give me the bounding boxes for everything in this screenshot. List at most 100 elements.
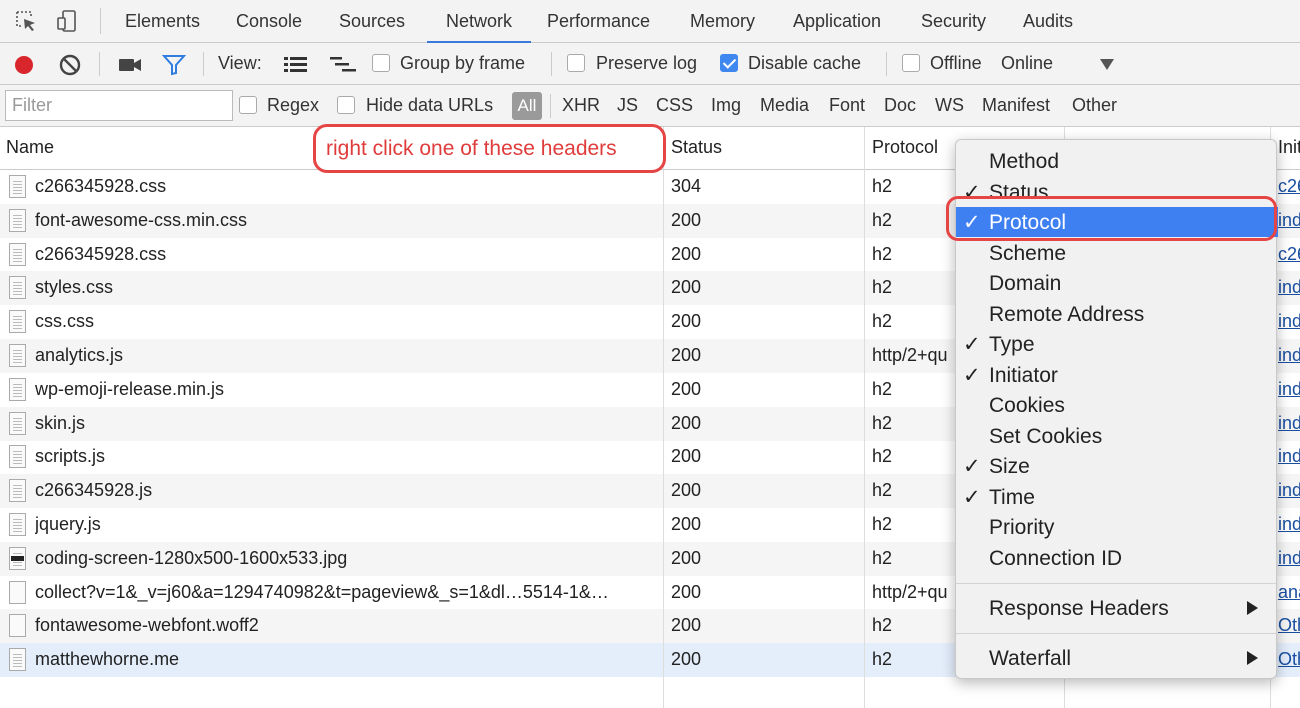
menu-item-size[interactable]: ✓ Size: [956, 451, 1278, 481]
column-divider: [663, 127, 664, 708]
cell-initiator-link[interactable]: ind: [1278, 311, 1300, 332]
cell-initiator-link[interactable]: Oth: [1278, 615, 1300, 636]
cell-initiator-link[interactable]: ind: [1278, 514, 1300, 535]
menu-item-scheme[interactable]: Scheme: [956, 238, 1278, 268]
inspect-element-icon[interactable]: [14, 9, 38, 33]
filter-icon[interactable]: [162, 54, 186, 76]
filter-type-font[interactable]: Font: [829, 95, 865, 116]
cell-protocol: h2: [872, 514, 893, 534]
menu-item-label: Type: [989, 333, 1035, 356]
overview-icon[interactable]: [329, 55, 357, 75]
filter-type-css[interactable]: CSS: [656, 95, 693, 116]
menu-item-type[interactable]: ✓ Type: [956, 329, 1278, 359]
filter-type-manifest[interactable]: Manifest: [982, 95, 1050, 116]
menu-item-label: Remote Address: [989, 302, 1145, 326]
menu-item-time[interactable]: ✓ Time: [956, 482, 1278, 512]
cell-status: 200: [671, 547, 702, 568]
cell-initiator-link[interactable]: c26: [1278, 244, 1300, 265]
cell-initiator-link[interactable]: ind: [1278, 277, 1300, 298]
cell-initiator-link[interactable]: ind: [1278, 446, 1300, 467]
hide-data-urls-label: Hide data URLs: [366, 95, 494, 115]
cell-name: c266345928.css: [35, 243, 167, 264]
tab-network[interactable]: Network: [427, 0, 531, 43]
group-by-frame-checkbox[interactable]: [372, 54, 390, 72]
tab-memory[interactable]: Memory: [690, 0, 755, 43]
document-file-icon: [9, 208, 26, 232]
filter-type-js[interactable]: JS: [617, 95, 638, 116]
column-header-status[interactable]: Status: [671, 137, 722, 158]
cell-protocol: http/2+qu: [872, 581, 948, 602]
filter-type-ws[interactable]: WS: [935, 95, 964, 116]
filter-type-all[interactable]: All: [512, 92, 542, 120]
menu-item-remote-address[interactable]: Remote Address: [956, 299, 1278, 329]
cell-initiator-link[interactable]: ind: [1278, 345, 1300, 366]
menu-item-cookies[interactable]: Cookies: [956, 390, 1278, 420]
cell-name: coding-screen-1280x500-1600x533.jpg: [35, 547, 348, 568]
cell-status: 200: [671, 412, 702, 433]
cell-status: 200: [671, 649, 702, 670]
cell-initiator-link[interactable]: ind: [1278, 548, 1300, 569]
filter-type-xhr[interactable]: XHR: [562, 95, 600, 116]
filter-type-other[interactable]: Other: [1072, 95, 1117, 116]
menu-item-set-cookies[interactable]: Set Cookies: [956, 421, 1278, 451]
throttling-dropdown-arrow-icon[interactable]: [1100, 59, 1114, 70]
tab-application[interactable]: Application: [793, 0, 881, 43]
preserve-log-checkbox[interactable]: [567, 54, 585, 72]
cell-status: 200: [671, 480, 702, 501]
record-icon[interactable]: [12, 53, 36, 77]
regex-checkbox[interactable]: [239, 96, 257, 114]
menu-item-connection-id[interactable]: Connection ID: [956, 543, 1278, 573]
cell-initiator-link[interactable]: ind: [1278, 210, 1300, 231]
menu-item-initiator[interactable]: ✓ Initiator: [956, 360, 1278, 390]
image-file-icon: [9, 546, 26, 570]
document-file-icon: [9, 175, 26, 198]
menu-item-domain[interactable]: Domain: [956, 268, 1278, 298]
tab-elements[interactable]: Elements: [125, 0, 200, 43]
clear-icon[interactable]: [58, 53, 82, 77]
cell-status: 200: [671, 209, 702, 230]
column-header-initiator[interactable]: Initi: [1278, 137, 1300, 158]
tab-performance[interactable]: Performance: [547, 0, 650, 43]
cell-name: wp-emoji-release.min.js: [35, 378, 225, 399]
column-header-protocol[interactable]: Protocol: [872, 137, 938, 158]
tab-console[interactable]: Console: [236, 0, 302, 43]
screenshot-capture-icon[interactable]: [117, 54, 143, 76]
filter-input[interactable]: [5, 90, 233, 121]
cell-initiator-link[interactable]: ind: [1278, 379, 1300, 400]
hide-data-urls-checkbox[interactable]: [337, 96, 355, 114]
preserve-log-label: Preserve log: [596, 53, 698, 73]
menu-item-method[interactable]: Method: [956, 146, 1278, 176]
column-header-name[interactable]: Name: [6, 137, 54, 158]
document-file-icon: [9, 580, 26, 604]
offline-checkbox[interactable]: [902, 54, 920, 72]
cell-initiator-link[interactable]: Oth: [1278, 649, 1300, 670]
cell-status: 200: [671, 378, 702, 399]
cell-status: 200: [671, 581, 702, 602]
menu-item-label: Method: [989, 150, 1060, 173]
filter-type-img[interactable]: Img: [711, 95, 741, 116]
submenu-arrow-icon: [1247, 651, 1258, 665]
device-toolbar-icon[interactable]: [55, 9, 79, 33]
menu-item-waterfall[interactable]: Waterfall: [956, 643, 1278, 673]
cell-protocol: http/2+qu: [872, 345, 948, 365]
cell-initiator-link[interactable]: c26: [1278, 176, 1300, 197]
document-file-icon: [9, 479, 26, 503]
large-request-rows-icon[interactable]: [283, 55, 309, 75]
throttling-select[interactable]: Online: [1001, 53, 1053, 74]
filter-type-doc[interactable]: Doc: [884, 95, 916, 116]
tab-sources[interactable]: Sources: [339, 0, 405, 43]
menu-item-priority[interactable]: Priority: [956, 512, 1278, 542]
filter-type-media[interactable]: Media: [760, 95, 809, 116]
tab-audits[interactable]: Audits: [1023, 0, 1073, 43]
cell-initiator-link[interactable]: ind: [1278, 480, 1300, 501]
menu-item-label: Domain: [989, 272, 1062, 295]
regex-label: Regex: [267, 95, 320, 115]
cell-initiator-link[interactable]: ana: [1278, 582, 1300, 603]
disable-cache-checkbox[interactable]: [720, 54, 738, 72]
cell-initiator-link[interactable]: ind: [1278, 413, 1300, 434]
menu-item-label: Time: [989, 485, 1035, 509]
menu-item-response-headers[interactable]: Response Headers: [956, 593, 1278, 623]
menu-item-label: Response Headers: [989, 597, 1169, 620]
cell-status: 200: [671, 345, 702, 365]
tab-security[interactable]: Security: [921, 0, 986, 43]
